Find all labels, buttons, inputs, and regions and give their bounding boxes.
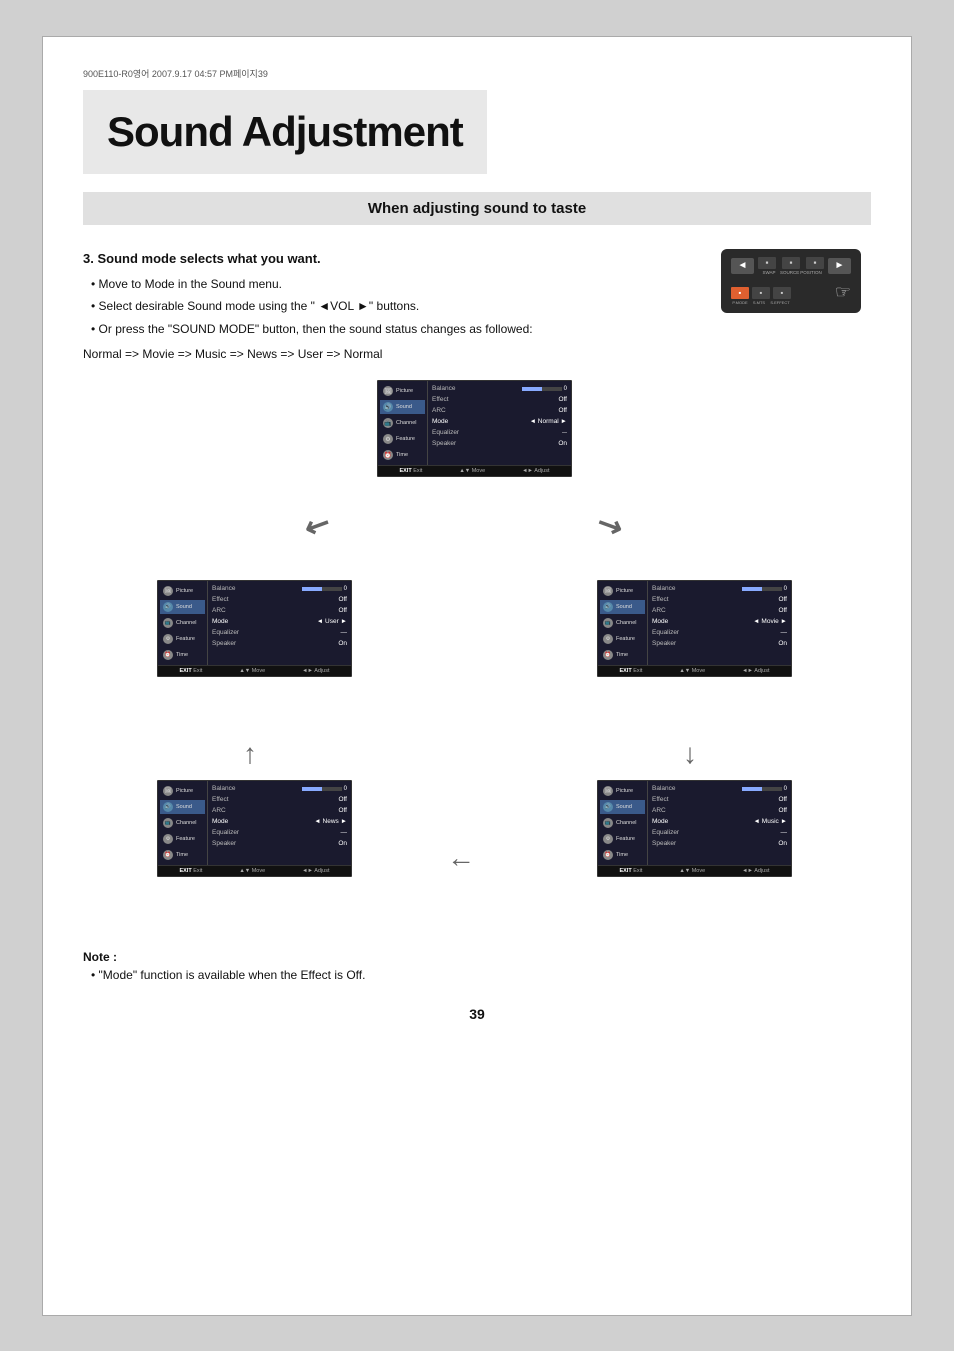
menu-item-picture-m: 🖼 Picture [600,584,645,598]
arrow-left-bottom: ← [447,842,475,874]
menu-item-feature-m: ⚙ Feature [600,632,645,646]
menu-eq-row: Equalizer — [432,428,567,437]
menu-balance-row-u: Balance 0 [212,584,347,593]
hand-icon: ☞ [835,282,851,303]
page-title: Sound Adjustment [107,108,463,156]
diagrams-layout: 🖼 Picture 🔊 Sound 📺 Channel ⚙ [137,380,817,930]
menu-item-picture-n: 🖼 Picture [160,784,205,798]
menu-mode-row-n: Mode ◄ News ► [212,817,347,826]
menu-effect-row-m: EffectOff [652,595,787,604]
note-title: Note : [83,950,871,964]
menu-item-channel-m: 📺 Channel [600,616,645,630]
diagram-user: 🖼 Picture 🔊 Sound 📺 Channel ⚙ [157,580,352,677]
bullet-3: • Or press the "SOUND MODE" button, then… [91,320,691,339]
remote-image: ◄ ■ ■ ■ SWAP SOURCE POSITION ► [711,249,871,365]
menu-arc-row-n: ARCOff [212,806,347,815]
menu-item-time: ⏰ Time [380,448,425,462]
menu-speaker-row-m: SpeakerOn [652,639,787,648]
page-number: 39 [83,1006,871,1022]
menu-eq-row-u: Equalizer— [212,628,347,637]
menu-mode-row-mu: Mode ◄ Music ► [652,817,787,826]
menu-speaker-row-n: SpeakerOn [212,839,347,848]
note-text: • "Mode" function is available when the … [91,968,871,982]
menu-speaker-row-mu: SpeakerOn [652,839,787,848]
menu-eq-row-m: Equalizer— [652,628,787,637]
menu-item-sound-n: 🔊 Sound [160,800,205,814]
diagram-music: 🖼 Picture 🔊 Sound 📺 Channel ⚙ [597,780,792,877]
content-area: 3. Sound mode selects what you want. • M… [83,249,871,365]
arrow-down-right2: ↓ [683,738,697,770]
menu-mode-row-u: Mode ◄ User ► [212,617,347,626]
arrow-down-left: ↙ [299,504,337,546]
menu-item-picture-u: 🖼 Picture [160,584,205,598]
menu-balance-row-mu: Balance 0 [652,784,787,793]
menu-arc-row: ARC Off [432,406,567,415]
menu-item-feature-mu: ⚙ Feature [600,832,645,846]
title-block: Sound Adjustment [83,90,487,174]
position-btn[interactable]: ■ [806,257,824,269]
menu-item-time-u: ⏰ Time [160,648,205,662]
menu-item-sound-u: 🔊 Sound [160,600,205,614]
menu-item-sound-mu: 🔊 Sound [600,800,645,814]
menu-item-feature-n: ⚙ Feature [160,832,205,846]
menu-item-channel: 📺 Channel [380,416,425,430]
menu-arc-row-m: ARCOff [652,606,787,615]
menu-item-sound: 🔊 Sound [380,400,425,414]
menu-effect-row-n: EffectOff [212,795,347,804]
menu-eq-row-n: Equalizer— [212,828,347,837]
remote-left-btn[interactable]: ◄ [731,258,754,274]
step-title: 3. Sound mode selects what you want. [83,249,691,270]
menu-effect-row: Effect Off [432,395,567,404]
menu-item-sound-m: 🔊 Sound [600,600,645,614]
menu-effect-row-mu: EffectOff [652,795,787,804]
note-section: Note : • "Mode" function is available wh… [83,950,871,982]
source-btn[interactable]: ■ [782,257,800,269]
menu-balance-row-n: Balance 0 [212,784,347,793]
menu-item-time-mu: ⏰ Time [600,848,645,862]
section-header: When adjusting sound to taste [83,192,871,225]
menu-arc-row-mu: ARCOff [652,806,787,815]
menu-balance-row-m: Balance 0 [652,584,787,593]
menu-effect-row-u: EffectOff [212,595,347,604]
arrow-down-right: ↘ [591,504,629,546]
menu-item-picture: 🖼 Picture [380,384,425,398]
remote-right-btn[interactable]: ► [828,258,851,274]
seffect-btn[interactable]: ■ [773,287,791,299]
menu-speaker-row: Speaker On [432,439,567,448]
bullet-1: • Move to Mode in the Sound menu. [91,275,691,294]
menu-mode-row-m: Mode ◄ Movie ► [652,617,787,626]
meta-header: 900E110-R0영어 2007.9.17 04:57 PM페이지39 [83,67,871,80]
menu-item-feature-u: ⚙ Feature [160,632,205,646]
menu-arc-row-u: ARCOff [212,606,347,615]
menu-balance-row: Balance 0 [432,384,567,393]
menu-item-picture-mu: 🖼 Picture [600,784,645,798]
normal-line: Normal => Movie => Music => News => User… [83,345,691,364]
arrow-up-left: ↑ [243,738,257,770]
menu-item-time-m: ⏰ Time [600,648,645,662]
menu-speaker-row-u: SpeakerOn [212,639,347,648]
menu-eq-row-mu: Equalizer— [652,828,787,837]
instructions: 3. Sound mode selects what you want. • M… [83,249,691,365]
pmode-btn[interactable]: ■ [731,287,749,299]
page: 900E110-R0영어 2007.9.17 04:57 PM페이지39 Sou… [42,36,912,1316]
menu-item-time-n: ⏰ Time [160,848,205,862]
bullet-2: • Select desirable Sound mode using the … [91,297,691,316]
menu-item-channel-u: 📺 Channel [160,616,205,630]
smts-btn[interactable]: ■ [752,287,770,299]
menu-item-feature: ⚙ Feature [380,432,425,446]
menu-item-channel-mu: 📺 Channel [600,816,645,830]
menu-mode-row: Mode ◄ Normal ► [432,417,567,426]
swap-btn[interactable]: ■ [758,257,776,269]
menu-item-channel-n: 📺 Channel [160,816,205,830]
diagram-normal: 🖼 Picture 🔊 Sound 📺 Channel ⚙ [377,380,572,477]
diagram-news: 🖼 Picture 🔊 Sound 📺 Channel ⚙ [157,780,352,877]
diagram-movie: 🖼 Picture 🔊 Sound 📺 Channel ⚙ [597,580,792,677]
